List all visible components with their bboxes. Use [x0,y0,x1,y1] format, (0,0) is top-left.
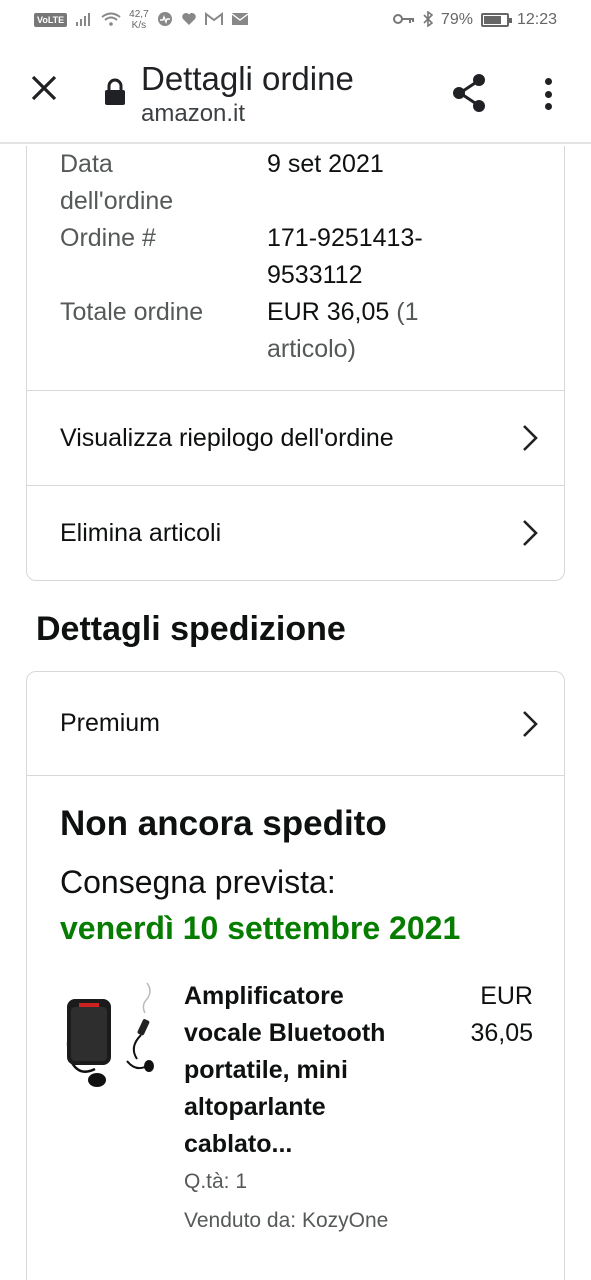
page-domain: amazon.it [141,100,246,127]
volte-badge: VoLTE [34,13,68,27]
order-number-value: 171-9251413- 9533112 [267,220,497,294]
product-title-line: Amplificatore [184,982,344,1010]
delete-items-label: Elimina articoli [60,518,222,547]
gmail-icon [204,11,223,29]
product-title-line: portatile, mini [184,1056,348,1084]
key-icon [392,12,415,28]
shipping-card: Premium Non ancora spedito Consegna prev… [26,671,565,1280]
close-icon [31,75,57,101]
bluetooth-icon [423,9,434,30]
custom-tab-header: Dettagli ordine amazon.it [0,40,591,144]
order-total-items-line2: articolo) [267,335,356,363]
view-order-summary-row[interactable]: Visualizza riepilogo dell'ordine [27,391,564,485]
shipping-section-title: Dettagli spedizione [36,610,346,648]
order-date-label-line1: Data [60,150,113,178]
delivery-label: Consegna prevista: [60,864,336,900]
order-date-value: 9 set 2021 [267,150,384,178]
wifi-icon [101,12,121,29]
product-title-line: cablato... [184,1130,293,1158]
shipping-speed-row[interactable]: Premium [27,672,564,775]
product-image[interactable] [57,977,161,1095]
order-total-items-line1: (1 [396,298,419,326]
chevron-right-icon [523,520,538,546]
battery-icon [480,13,512,27]
battery-level-fill [483,16,502,24]
order-info-card: Data dell'ordine 9 set 2021 Ordine # 171… [26,146,565,581]
product-title-line: altoparlante [184,1093,326,1121]
divider [27,775,564,776]
order-total-amount: EUR 36,05 [267,298,390,326]
product-seller: Venduto da: KozyOne [184,1209,389,1232]
delete-items-row[interactable]: Elimina articoli [27,486,564,580]
close-button[interactable] [26,70,62,106]
order-number-line2: 9533112 [267,261,363,289]
product-price-currency: EUR [480,982,533,1010]
shipping-speed-label: Premium [60,709,161,737]
chevron-right-icon [523,425,538,451]
more-vert-icon [544,78,552,85]
product-price-value: 36,05 [470,1019,533,1047]
clock: 12:23 [516,11,557,28]
product-title-link[interactable]: Amplificatore vocale Bluetooth portatile… [184,978,434,1163]
share-button[interactable] [448,72,490,114]
product-quantity: Q.tà: 1 [184,1170,248,1193]
order-date-label: Data dell'ordine [60,146,173,220]
mail-icon [231,12,249,29]
speed-unit: K/s [131,20,147,31]
product-price: EUR 36,05 [445,978,533,1052]
view-order-summary-label: Visualizza riepilogo dell'ordine [60,423,394,452]
share-icon [453,74,485,112]
signal-icon [75,12,93,29]
product-title-line: vocale Bluetooth [184,1019,386,1047]
status-bar: VoLTE 42,7 K/s 79% 12:23 [0,0,591,40]
order-total-value: EUR 36,05 (1 articolo) [267,294,497,368]
status-bar-right: 79% 12:23 [392,9,557,30]
battery-percent: 79% [440,11,473,28]
order-total-label: Totale ordine [60,298,204,326]
order-date-label-line2: dell'ordine [60,187,174,215]
chevron-right-icon [523,710,538,737]
network-speed: 42,7 K/s [129,9,148,31]
heart-icon [181,12,197,29]
status-bar-left: VoLTE 42,7 K/s [34,9,249,31]
lock-icon [105,78,125,105]
speed-value: 42,7 [129,9,149,20]
delivery-date: venerdì 10 settembre 2021 [60,910,461,946]
page-title: Dettagli ordine [141,60,354,97]
activity-icon [157,11,173,30]
amplifier-image [66,982,154,1087]
order-number-line1: 171-9251413- [267,224,423,252]
order-number-label: Ordine # [60,224,156,252]
more-options-button[interactable] [536,74,560,114]
shipment-status: Non ancora spedito [60,804,387,843]
